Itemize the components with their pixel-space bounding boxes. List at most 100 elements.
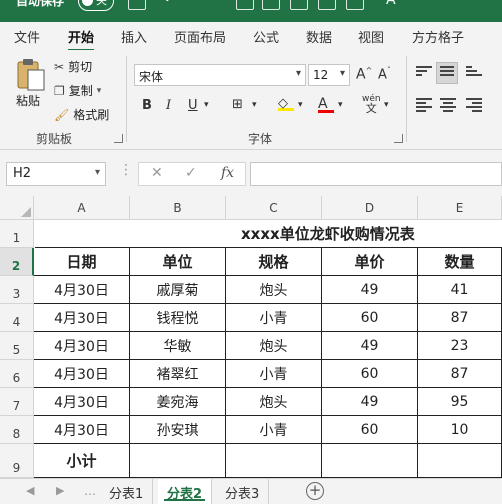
tab-file[interactable]: 文件	[14, 27, 40, 46]
formula-input[interactable]	[250, 162, 502, 186]
table-icon[interactable]	[262, 0, 280, 10]
font-size-select[interactable]: 12 ▾	[308, 64, 350, 86]
enter-icon[interactable]: ✓	[185, 165, 197, 181]
data-cell[interactable]: 小青	[226, 360, 322, 388]
header-cell[interactable]: 数量	[418, 248, 502, 276]
border-icon[interactable]: ⊞	[232, 97, 243, 112]
row-header-1[interactable]: 1	[0, 220, 34, 248]
align-middle-icon[interactable]	[436, 62, 458, 84]
data-cell[interactable]: 4月30日	[34, 388, 130, 416]
data-cell[interactable]: 4月30日	[34, 332, 130, 360]
chevron-down-icon[interactable]: ▾	[298, 100, 303, 110]
underline-button[interactable]: U	[188, 98, 198, 113]
align-center-icon[interactable]	[440, 98, 456, 112]
data-cell[interactable]: 41	[418, 276, 502, 304]
copy-button[interactable]: ❐ 复制 ▾	[54, 82, 101, 99]
header-cell[interactable]: 规格	[226, 248, 322, 276]
italic-button[interactable]: I	[166, 98, 171, 113]
data-cell[interactable]: 炮头	[226, 388, 322, 416]
data-cell[interactable]: 95	[418, 388, 502, 416]
font-launcher-icon[interactable]	[394, 134, 403, 143]
data-cell[interactable]: 褚翠红	[130, 360, 226, 388]
phonetic-icon[interactable]: wén 文	[362, 94, 381, 115]
sheet-tab-1[interactable]: 分表1	[100, 479, 154, 504]
col-header-a[interactable]: A	[34, 196, 130, 220]
tab-fangfang[interactable]: 方方格子	[412, 27, 464, 46]
fill-color-icon[interactable]: ◇	[278, 96, 294, 111]
sheet-tab-2[interactable]: 分表2	[158, 479, 213, 504]
align-right-icon[interactable]	[466, 98, 482, 112]
data-cell[interactable]: 戚厚菊	[130, 276, 226, 304]
bold-button[interactable]: B	[142, 98, 152, 113]
data-cell[interactable]: 小青	[226, 304, 322, 332]
save-icon[interactable]	[128, 0, 146, 10]
col-header-e[interactable]: E	[418, 196, 502, 220]
insert-function-icon[interactable]: fx	[221, 165, 234, 181]
tab-data[interactable]: 数据	[306, 27, 332, 46]
autosave-toggle[interactable]: 关	[78, 0, 114, 11]
data-cell[interactable]: 4月30日	[34, 360, 130, 388]
row-header-6[interactable]: 6	[0, 360, 34, 388]
data-cell[interactable]: 4月30日	[34, 276, 130, 304]
more-sheets-icon[interactable]: …	[84, 484, 96, 498]
data-cell[interactable]: 49	[322, 276, 418, 304]
col-header-b[interactable]: B	[130, 196, 226, 220]
tab-insert[interactable]: 插入	[121, 27, 147, 46]
data-cell[interactable]: 49	[322, 388, 418, 416]
chevron-down-icon[interactable]: ▾	[252, 100, 257, 110]
tab-view[interactable]: 视图	[358, 27, 384, 46]
filter-icon[interactable]	[318, 0, 336, 10]
sheet-tab-3[interactable]: 分表3	[216, 479, 270, 504]
font-name-select[interactable]: 宋体 ▾	[134, 64, 306, 86]
data-cell[interactable]: 60	[322, 416, 418, 444]
data-cell[interactable]: 60	[322, 360, 418, 388]
header-cell[interactable]: 日期	[34, 248, 130, 276]
col-header-c[interactable]: C	[226, 196, 322, 220]
row-header-8[interactable]: 8	[0, 416, 34, 444]
empty-cell[interactable]	[130, 444, 226, 478]
align-top-icon[interactable]	[416, 66, 432, 80]
data-cell[interactable]: 4月30日	[34, 416, 130, 444]
data-cell[interactable]: 23	[418, 332, 502, 360]
next-sheet-icon[interactable]: ▶	[56, 484, 64, 497]
data-cell[interactable]: 姜宛海	[130, 388, 226, 416]
empty-cell[interactable]	[322, 444, 418, 478]
cancel-icon[interactable]: ✕	[151, 165, 163, 181]
align-bottom-icon[interactable]	[466, 66, 482, 80]
chevron-down-icon[interactable]: ▾	[204, 100, 209, 110]
format-painter-button[interactable]: 🖌 格式刷	[54, 106, 109, 123]
row-header-2[interactable]: 2	[0, 248, 34, 276]
font-color-icon[interactable]: A	[386, 0, 404, 8]
select-all-corner[interactable]	[0, 196, 34, 220]
data-cell[interactable]: 小青	[226, 416, 322, 444]
sheet-title[interactable]: xxxx单位龙虾收购情况表	[35, 220, 502, 248]
header-cell[interactable]: 单位	[130, 248, 226, 276]
data-cell[interactable]: 87	[418, 304, 502, 332]
empty-cell[interactable]	[418, 444, 502, 478]
data-cell[interactable]: 钱程悦	[130, 304, 226, 332]
row-header-4[interactable]: 4	[0, 304, 34, 332]
subtotal-cell[interactable]: 小计	[34, 444, 130, 478]
chevron-down-icon[interactable]: ▾	[384, 100, 389, 110]
paste-icon[interactable]	[16, 58, 46, 92]
row-header-9[interactable]: 9	[0, 444, 34, 478]
data-cell[interactable]: 4月30日	[34, 304, 130, 332]
data-cell[interactable]: 49	[322, 332, 418, 360]
paste-button[interactable]: 粘贴	[16, 92, 40, 109]
add-sheet-icon[interactable]: +	[306, 482, 324, 500]
align-left-icon[interactable]	[416, 98, 432, 112]
data-cell[interactable]: 10	[418, 416, 502, 444]
decrease-font-icon[interactable]: Aˇ	[378, 66, 391, 82]
data-cell[interactable]: 炮头	[226, 276, 322, 304]
quick-access-icon[interactable]	[236, 0, 254, 10]
chevron-down-icon[interactable]: ▾	[338, 100, 343, 110]
empty-cell[interactable]	[226, 444, 322, 478]
data-cell[interactable]: 炮头	[226, 332, 322, 360]
header-cell[interactable]: 单价	[322, 248, 418, 276]
sort-icon[interactable]	[290, 0, 308, 10]
cut-button[interactable]: ✂ 剪切	[54, 58, 92, 75]
image-icon[interactable]	[346, 0, 364, 10]
prev-sheet-icon[interactable]: ◀	[26, 484, 34, 497]
font-color-icon[interactable]: A	[318, 96, 334, 113]
increase-font-icon[interactable]: A^	[356, 66, 372, 83]
